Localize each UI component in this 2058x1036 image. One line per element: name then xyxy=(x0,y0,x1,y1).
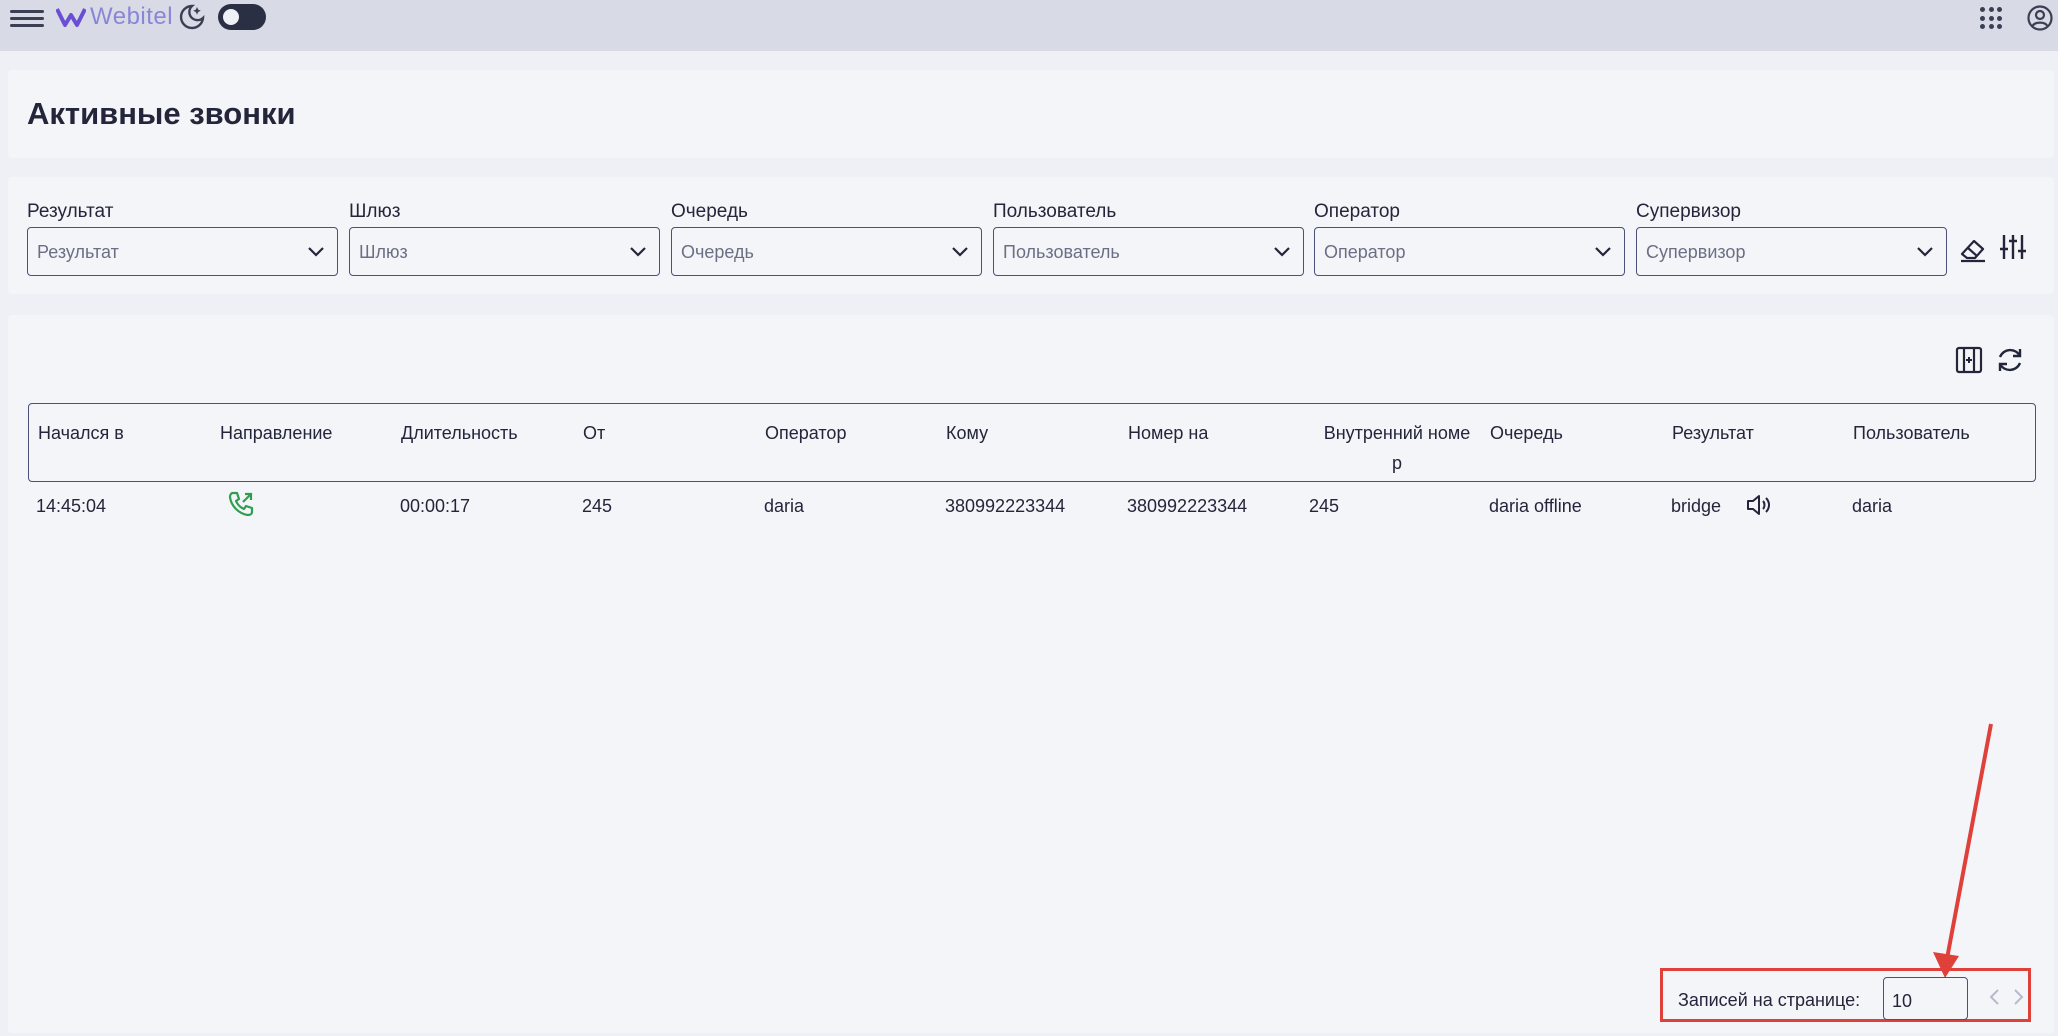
filter-operator: Оператор Оператор xyxy=(1314,201,1625,276)
filter-label: Результат xyxy=(27,201,114,222)
chevron-right-icon[interactable] xyxy=(2008,987,2028,1007)
speaker-icon[interactable] xyxy=(1744,491,1772,519)
column-header[interactable]: Кому xyxy=(946,418,988,448)
table-row[interactable]: 14:45:04 00:00:17 245 daria 380992223344… xyxy=(28,489,2036,529)
per-page-label: Записей на странице: xyxy=(1678,990,1861,1010)
cell-result: bridge xyxy=(1671,496,1722,516)
column-header[interactable]: Пользователь xyxy=(1853,418,1970,448)
eraser-icon[interactable] xyxy=(1958,234,1988,264)
pagination: Записей на странице: 10 xyxy=(1660,968,2031,1022)
cell-started: 14:45:04 xyxy=(36,496,107,516)
moon-icon xyxy=(179,4,205,30)
chevron-down-icon xyxy=(630,247,646,257)
filter-gateway: Шлюз Шлюз xyxy=(349,201,660,276)
menu-icon[interactable] xyxy=(10,6,44,32)
column-header[interactable]: Длительность xyxy=(401,418,518,448)
filter-label: Очередь xyxy=(671,201,748,222)
select-placeholder: Результат xyxy=(37,242,119,262)
column-header[interactable]: От xyxy=(583,418,605,448)
outbound-call-icon xyxy=(228,491,254,517)
supervisor-select[interactable]: Супервизор xyxy=(1636,227,1947,276)
column-header[interactable]: Результат xyxy=(1672,418,1754,448)
cell-number-on: 380992223344 xyxy=(1127,496,1248,516)
column-header[interactable]: Номер на xyxy=(1128,418,1208,448)
cell-queue: daria offline xyxy=(1489,496,1582,516)
cell-duration: 00:00:17 xyxy=(400,496,471,516)
filter-label: Оператор xyxy=(1314,201,1400,222)
select-placeholder: Пользователь xyxy=(1003,242,1120,262)
filter-supervisor: Супервизор Супервизор xyxy=(1636,201,1947,276)
chevron-down-icon xyxy=(308,247,324,257)
table-header: Начался в Направление Длительность От Оп… xyxy=(28,403,2036,482)
logo-text: Webitel xyxy=(90,3,174,30)
filter-label: Шлюз xyxy=(349,201,401,222)
logo[interactable]: Webitel xyxy=(56,2,173,32)
select-placeholder: Оператор xyxy=(1324,242,1406,262)
page-title: Активные звонки xyxy=(27,96,296,131)
queue-select[interactable]: Очередь xyxy=(671,227,982,276)
column-header[interactable]: Оператор xyxy=(765,418,846,448)
select-placeholder: Супервизор xyxy=(1646,242,1746,262)
select-placeholder: Очередь xyxy=(681,242,754,262)
filter-settings-icon[interactable] xyxy=(1998,232,2028,262)
user-select[interactable]: Пользователь xyxy=(993,227,1304,276)
column-settings-icon[interactable] xyxy=(1954,345,1984,375)
operator-select[interactable]: Оператор xyxy=(1314,227,1625,276)
chevron-down-icon xyxy=(1274,247,1290,257)
chevron-down-icon xyxy=(952,247,968,257)
cell-user: daria xyxy=(1852,496,1893,516)
annotation-arrow xyxy=(1933,723,1993,978)
cell-to: 380992223344 xyxy=(945,496,1066,516)
chevron-left-icon[interactable] xyxy=(1985,987,2005,1007)
filter-label: Пользователь xyxy=(993,201,1117,222)
column-header[interactable]: Начался в xyxy=(38,418,124,448)
top-bar: Webitel xyxy=(0,0,2058,51)
title-panel: Активные звонки xyxy=(8,70,2054,158)
gateway-select[interactable]: Шлюз xyxy=(349,227,660,276)
theme-toggle[interactable] xyxy=(218,4,266,30)
filter-result: Результат Результат xyxy=(27,201,338,276)
account-icon[interactable] xyxy=(2026,4,2054,32)
column-header[interactable]: Очередь xyxy=(1490,418,1563,448)
cell-extension: 245 xyxy=(1309,496,1340,516)
refresh-icon[interactable] xyxy=(1995,345,2025,375)
cell-from: 245 xyxy=(582,496,613,516)
apps-grid-icon[interactable] xyxy=(1980,7,2002,29)
table-panel: Начался в Направление Длительность От Оп… xyxy=(8,315,2054,1033)
toggle-knob xyxy=(223,9,239,25)
chevron-down-icon xyxy=(1595,247,1611,257)
filter-label: Супервизор xyxy=(1636,201,1741,222)
result-select[interactable]: Результат xyxy=(27,227,338,276)
filter-queue: Очередь Очередь xyxy=(671,201,982,276)
column-header[interactable]: Внутренний номе р xyxy=(1314,418,1480,478)
filter-user: Пользователь Пользователь xyxy=(993,201,1304,276)
cell-operator: daria xyxy=(764,496,805,516)
select-placeholder: Шлюз xyxy=(359,242,408,262)
chevron-down-icon xyxy=(1917,247,1933,257)
webitel-logo-icon xyxy=(56,8,86,27)
per-page-input[interactable]: 10 xyxy=(1883,977,1968,1020)
column-header[interactable]: Направление xyxy=(220,418,332,448)
filters-panel: Результат Результат Шлюз Шлюз Очередь Оч… xyxy=(8,177,2054,294)
